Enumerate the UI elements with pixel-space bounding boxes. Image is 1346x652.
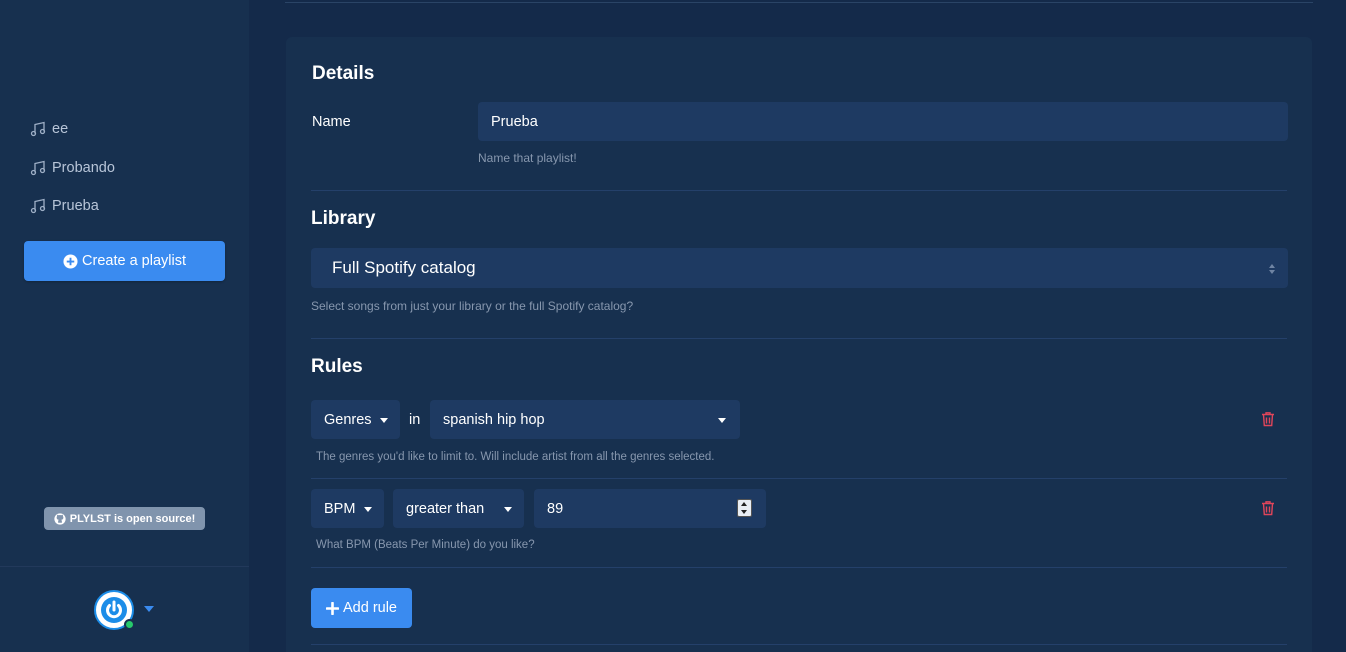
playlist-label: Prueba — [52, 198, 99, 215]
open-source-label: PLYLST is open source! — [69, 512, 196, 525]
section-divider — [311, 644, 1287, 645]
library-heading: Library — [311, 208, 376, 229]
rule-field-value: Genres — [324, 411, 372, 428]
name-help-text: Name that playlist! — [478, 151, 577, 165]
playlist-label: Probando — [52, 159, 115, 176]
user-menu[interactable] — [94, 590, 158, 632]
add-rule-label: Add rule — [342, 600, 397, 616]
sidebar-divider — [0, 566, 249, 567]
rule-operator-select[interactable]: greater than — [393, 489, 524, 528]
open-source-badge[interactable]: PLYLST is open source! — [44, 507, 205, 530]
select-arrows-icon — [1269, 264, 1275, 274]
playlist-list: ee Probando Prueba — [30, 110, 115, 226]
rule-operator-value: greater than — [406, 500, 485, 517]
name-label: Name — [312, 114, 351, 130]
top-divider — [285, 0, 1313, 3]
rule-field-value: BPM — [324, 500, 356, 517]
library-selected-value: Full Spotify catalog — [332, 258, 476, 277]
section-divider — [311, 338, 1287, 339]
rule-field-select[interactable]: Genres — [311, 400, 400, 439]
music-note-icon — [30, 121, 46, 137]
spin-down-icon — [741, 510, 747, 514]
bpm-value: 89 — [547, 500, 564, 517]
details-heading: Details — [312, 63, 375, 84]
library-help-text: Select songs from just your library or t… — [311, 299, 634, 313]
sidebar: ee Probando Prueba Create a playlist PLY… — [0, 0, 249, 652]
genre-select[interactable]: spanish hip hop — [430, 400, 740, 439]
add-rule-button[interactable]: Add rule — [311, 588, 412, 628]
music-note-icon — [30, 198, 46, 214]
playlist-form-card: Details Name Prueba Name that playlist! … — [286, 37, 1312, 652]
playlist-item[interactable]: Probando — [30, 149, 115, 188]
rule-help-text: The genres you'd like to limit to. Will … — [316, 451, 715, 463]
create-playlist-button[interactable]: Create a playlist — [24, 241, 225, 281]
github-icon — [54, 512, 66, 525]
music-note-icon — [30, 160, 46, 175]
playlist-item[interactable]: ee — [30, 110, 115, 149]
caret-down-icon — [718, 417, 726, 423]
chevron-down-icon — [144, 606, 154, 612]
playlist-item[interactable]: Prueba — [30, 187, 115, 226]
caret-down-icon — [364, 506, 372, 512]
create-playlist-label: Create a playlist — [82, 253, 186, 269]
bpm-number-input[interactable]: 89 — [534, 489, 766, 528]
plus-icon — [325, 601, 339, 615]
name-input[interactable]: Prueba — [478, 102, 1288, 141]
number-spinner[interactable] — [737, 499, 752, 517]
rule-divider — [311, 478, 1287, 479]
spin-up-icon — [741, 502, 747, 506]
rule-field-select[interactable]: BPM — [311, 489, 384, 528]
caret-down-icon — [380, 417, 388, 423]
plus-circle-icon — [63, 253, 78, 269]
power-icon — [101, 597, 127, 623]
caret-down-icon — [504, 506, 512, 512]
playlist-label: ee — [52, 121, 69, 138]
online-status-dot — [124, 619, 135, 630]
library-select[interactable]: Full Spotify catalog — [311, 248, 1288, 288]
delete-rule-trash-icon[interactable] — [1261, 500, 1275, 516]
rule-help-text: What BPM (Beats Per Minute) do you like? — [316, 539, 535, 551]
genre-value: spanish hip hop — [443, 411, 545, 428]
section-divider — [311, 190, 1287, 191]
delete-rule-trash-icon[interactable] — [1261, 411, 1275, 427]
rules-heading: Rules — [311, 356, 363, 377]
rule-divider — [311, 567, 1287, 568]
rule-operator-text: in — [409, 412, 421, 428]
plylst-logo[interactable] — [88, 33, 162, 81]
